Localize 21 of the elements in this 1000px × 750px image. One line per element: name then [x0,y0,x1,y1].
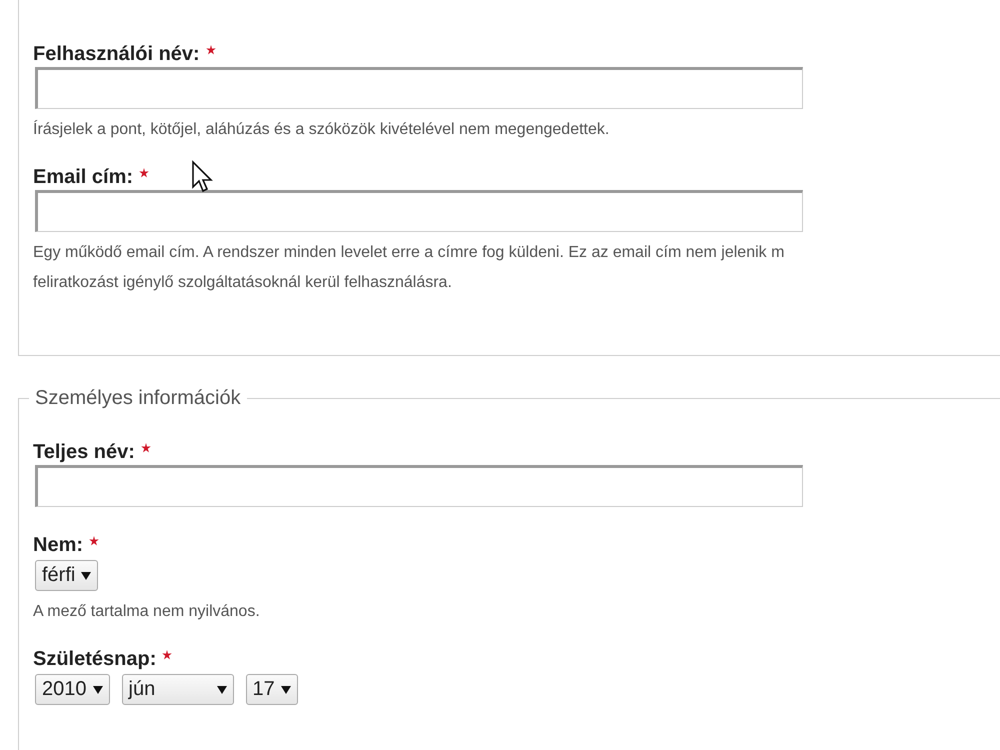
field-description: Egy működő email cím. A rendszer minden levelet erre a címre fog küldeni. Ez az email cím nem jelenik m [33,244,786,262]
field-label: Nem: [33,534,84,557]
field-label: Születésnap: [33,648,156,671]
dropdown[interactable]: 17 [246,674,298,705]
text-field[interactable] [35,465,803,507]
field-description: Írásjelek a pont, kötőjel, aláhúzás és a szóközök kivételével nem megengedettek. [33,121,610,139]
caret-icon [81,572,92,580]
text-field[interactable] [35,67,803,109]
field-label: Email cím: [33,166,134,189]
dropdown[interactable]: 2010 [35,674,110,705]
caret-icon [216,686,226,694]
section-legend: Személyes információk [29,387,247,410]
field-description: feliratkozást igénylő szolgáltatásoknál kerül felhasználásra. [33,274,453,292]
dropdown[interactable]: férfi [35,560,98,591]
field-label: Felhasználói név: [33,43,200,66]
caret-icon [280,686,291,694]
field-label: Teljes név: [33,441,135,464]
text-field[interactable] [35,190,803,232]
caret-icon [92,686,102,694]
field-description: A mező tartalma nem nyilvános. [33,603,261,621]
dropdown[interactable]: jún [122,674,234,705]
